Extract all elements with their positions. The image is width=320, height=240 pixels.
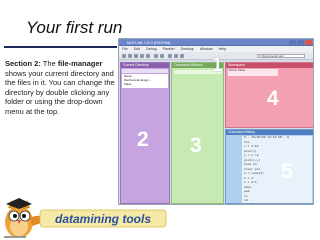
desc-text-after: shows your current directory and the fil… [5, 68, 115, 116]
section-description: Section 2: The file-manager shows your c… [5, 59, 115, 117]
window-title: MATLAB 7.8.0 (R2009a) [127, 40, 171, 45]
new-file-icon[interactable] [122, 54, 126, 58]
desc-text-before: The [40, 59, 58, 68]
current-directory-dropdown[interactable]: C:\Documents and Settings\...\MATLAB [257, 54, 305, 58]
title-underline [4, 46, 117, 48]
menu-window[interactable]: Window [200, 47, 213, 51]
command-window-pane[interactable]: Command Window 3 [171, 62, 224, 204]
simulink-icon[interactable] [168, 54, 172, 58]
workspace-table[interactable]: Name Value [228, 68, 278, 76]
undo-icon[interactable] [154, 54, 158, 58]
minimize-button[interactable] [289, 40, 296, 45]
command-history-number: 5 [281, 160, 293, 183]
copy-icon[interactable] [140, 54, 144, 58]
slide-title: Your first run [26, 18, 123, 37]
file-list: Name Mechanical design... Maps [122, 74, 168, 88]
menu-debug[interactable]: Debug [146, 47, 157, 51]
command-history-list: %-- 10/15/09 12:10 PM --% clc x = 1:10 p… [242, 136, 312, 203]
file-manager-pane: Current Directory Name Mechanical design… [120, 62, 170, 204]
maximize-button[interactable] [297, 40, 304, 45]
workspace-number: 4 [267, 87, 279, 110]
menu-edit[interactable]: Edit [134, 47, 140, 51]
guide-icon[interactable] [174, 54, 178, 58]
file-manager-header: Current Directory [121, 63, 169, 68]
menu-file[interactable]: File [122, 47, 128, 51]
cut-icon[interactable] [134, 54, 138, 58]
workspace-pane: Workspace Name Value 4 [225, 62, 313, 128]
logo-text: datamining tools [55, 212, 151, 226]
desc-bold-term: file-manager [57, 59, 103, 68]
menu-parallel[interactable]: Parallel [163, 47, 175, 51]
command-history-header: Command History [226, 130, 313, 135]
history-line[interactable]: cd .. [244, 199, 312, 203]
window-titlebar: MATLAB 7.8.0 (R2009a) [119, 39, 313, 46]
section-label: Section 2: [5, 59, 41, 68]
close-button[interactable] [305, 40, 312, 45]
command-history-pane: Command History %-- 10/15/09 12:10 PM --… [225, 129, 313, 204]
help-icon[interactable] [180, 54, 184, 58]
datamining-tools-logo: datamining tools [4, 198, 167, 238]
command-window-number: 3 [190, 134, 202, 157]
file-manager-number: 2 [137, 128, 149, 151]
redo-icon[interactable] [160, 54, 164, 58]
toolbar-number: 1 [212, 55, 223, 76]
file-list-item[interactable]: Maps [124, 82, 168, 86]
file-manager-toolbar[interactable] [122, 69, 168, 73]
menu-help[interactable]: Help [219, 47, 226, 51]
open-icon[interactable] [128, 54, 132, 58]
menu-desktop[interactable]: Desktop [181, 47, 194, 51]
paste-icon[interactable] [146, 54, 150, 58]
